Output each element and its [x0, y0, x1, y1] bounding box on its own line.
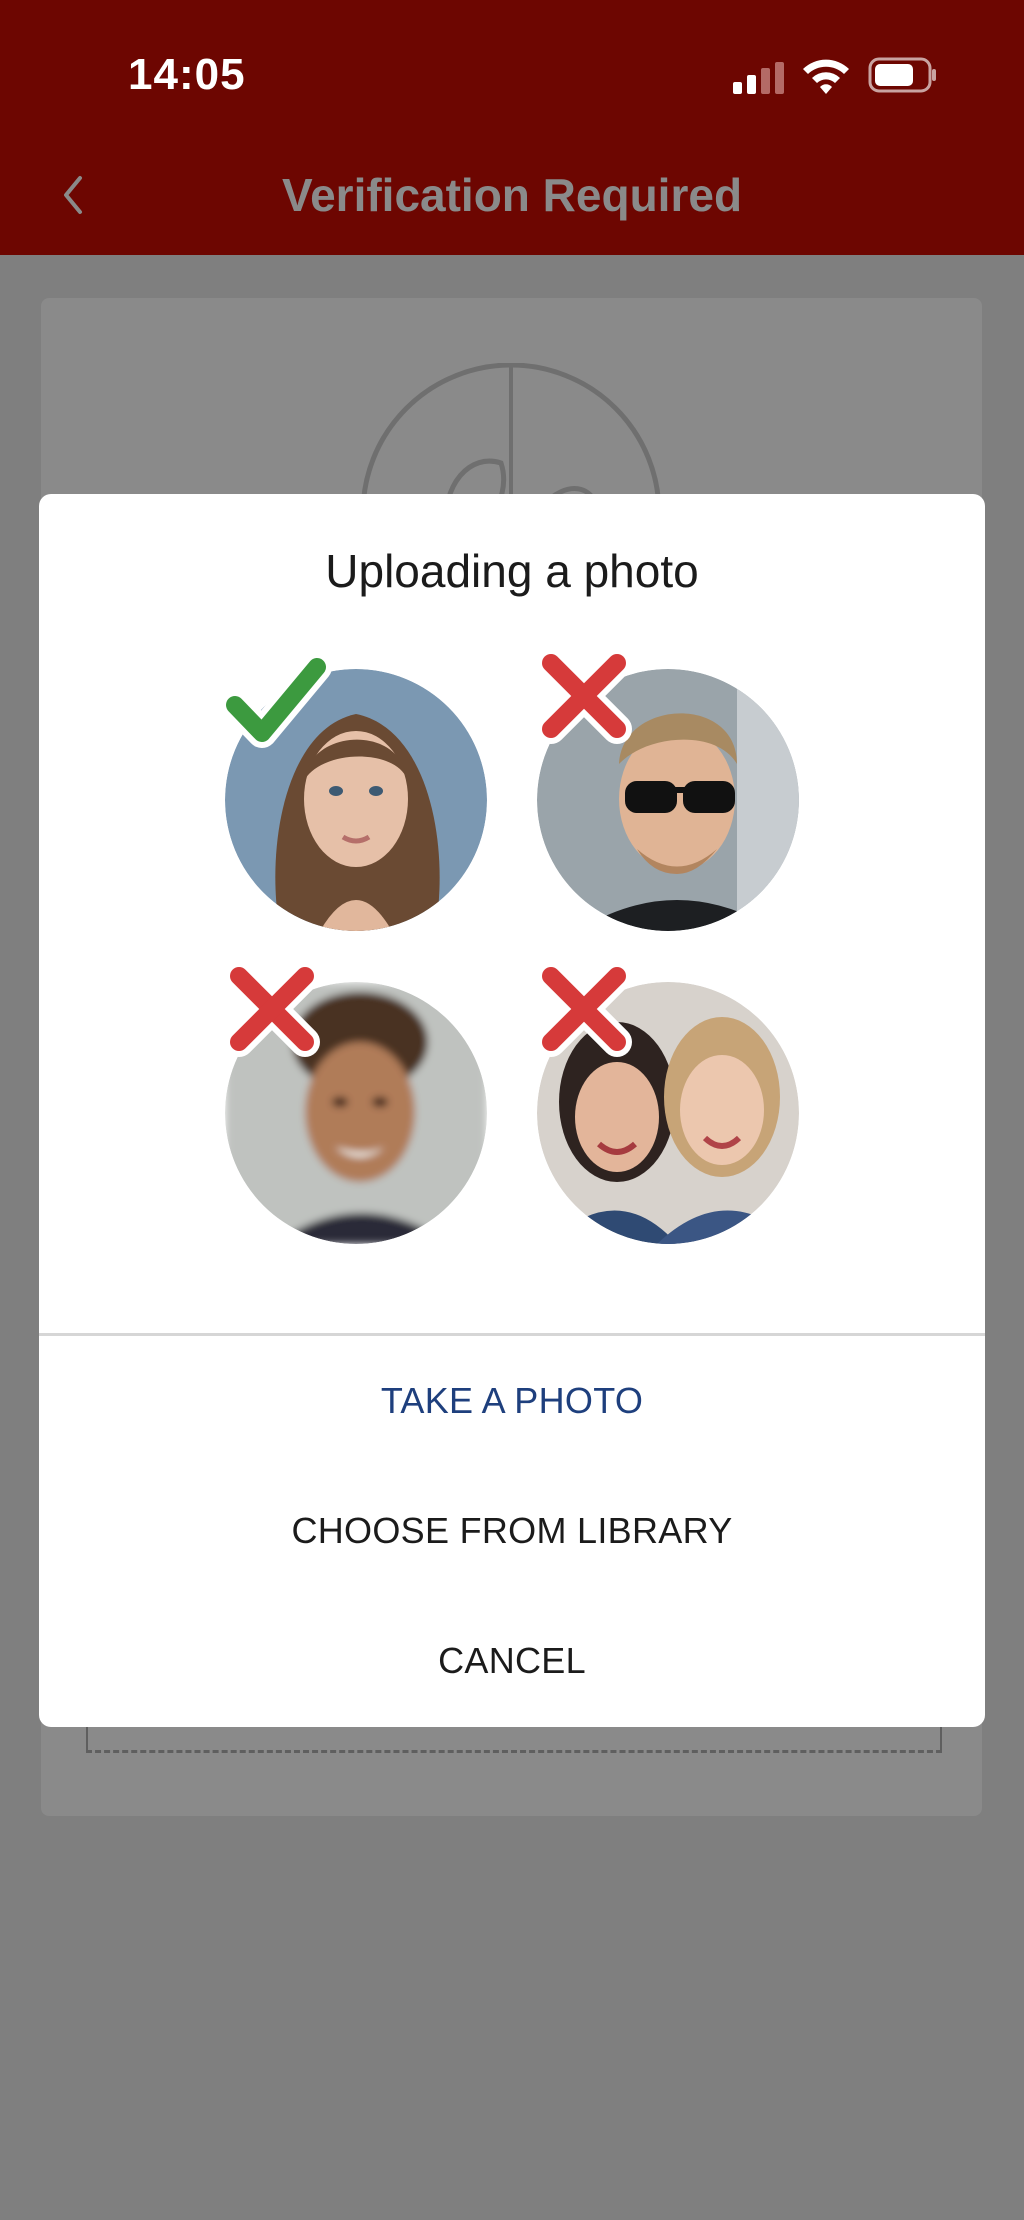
check-icon: [220, 652, 332, 748]
cellular-signal-icon: [733, 62, 784, 94]
upload-area-border: [86, 1750, 942, 1753]
take-photo-button[interactable]: TAKE A PHOTO: [39, 1380, 985, 1422]
choose-from-library-button[interactable]: CHOOSE FROM LIBRARY: [39, 1510, 985, 1552]
x-icon: [224, 961, 320, 1057]
x-icon: [536, 961, 632, 1057]
x-icon: [536, 648, 632, 744]
battery-icon: [868, 57, 936, 93]
wifi-icon: [803, 59, 849, 94]
upload-photo-dialog: Uploading a photo TAKE A PHOTO CHOOSE FR…: [39, 494, 985, 1727]
top-bar: 14:05 Verification Required: [0, 0, 1024, 255]
status-time: 14:05: [128, 50, 246, 99]
photo-example-bad-multiple-people: [536, 961, 799, 1244]
dialog-title: Uploading a photo: [325, 545, 699, 597]
photo-examples-grid: [39, 648, 985, 1269]
cancel-button[interactable]: CANCEL: [39, 1640, 985, 1682]
photo-example-good: [220, 652, 487, 931]
photo-example-bad-sunglasses: [536, 648, 799, 931]
photo-example-bad-blurry: [224, 961, 487, 1244]
page-title: Verification Required: [281, 169, 743, 221]
dialog-divider: [39, 1333, 985, 1336]
